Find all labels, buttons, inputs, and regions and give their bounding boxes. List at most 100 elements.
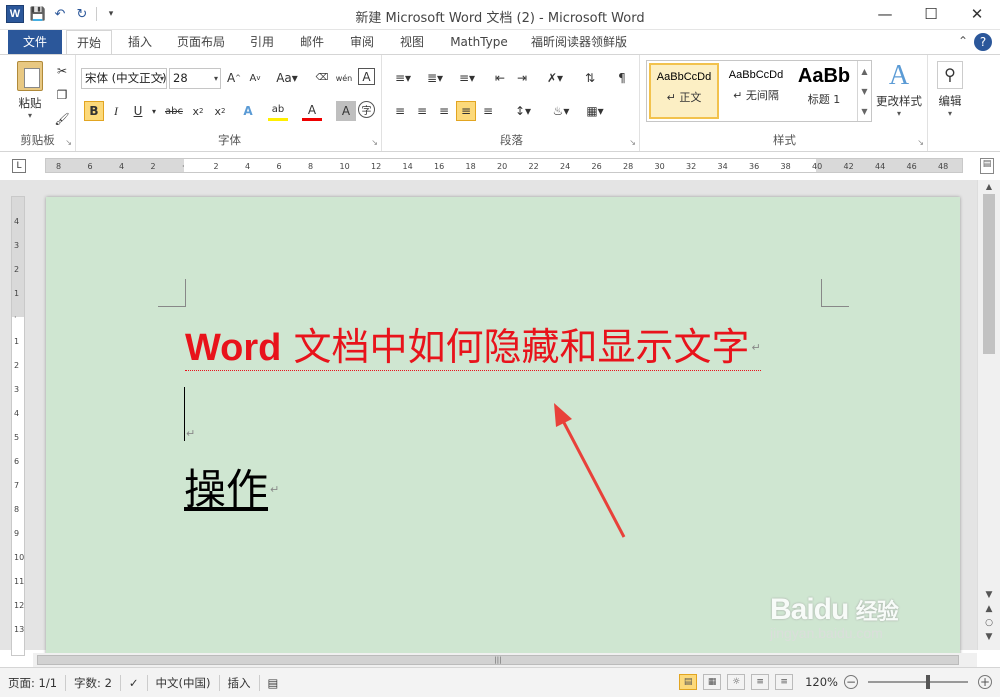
- proofing-icon[interactable]: ✓: [121, 674, 148, 691]
- vertical-ruler[interactable]: 4 3 2 1 · 1 2 3 4 5 6 7 8 9 10 11 12 13: [11, 196, 25, 656]
- text-effects-icon[interactable]: A: [238, 101, 258, 121]
- subscript-button[interactable]: x2: [188, 101, 208, 121]
- multilevel-list-icon[interactable]: ≡▾: [454, 68, 480, 88]
- tab-mailings[interactable]: 邮件: [290, 30, 334, 55]
- line-spacing-icon[interactable]: ↕▾: [510, 101, 536, 121]
- maximize-button[interactable]: ☐: [908, 0, 954, 28]
- style-heading-1[interactable]: AaBb 标题 1: [789, 63, 859, 119]
- justify-icon[interactable]: ≡: [456, 101, 476, 121]
- borders-icon[interactable]: ▦▾: [582, 101, 608, 121]
- change-styles-button[interactable]: A 更改样式 ▾: [874, 61, 924, 119]
- close-button[interactable]: ✕: [954, 0, 1000, 28]
- font-color-icon[interactable]: A: [302, 101, 322, 121]
- enclose-characters-icon[interactable]: 字: [358, 101, 375, 118]
- strikethrough-button[interactable]: abc: [162, 101, 186, 121]
- minimize-button[interactable]: —: [862, 0, 908, 28]
- font-launcher-icon[interactable]: ↘: [371, 138, 378, 147]
- print-layout-view-icon[interactable]: ▤: [679, 674, 698, 690]
- scroll-up-icon[interactable]: ▲: [978, 182, 1000, 191]
- horizontal-ruler[interactable]: 8 6 4 2 · 2 4 6 8 10 12 14 16 18 20 22 24 26 28 30 32 34 36 38 4…: [45, 158, 963, 173]
- chevron-down-icon[interactable]: ▼: [861, 87, 867, 96]
- insert-mode[interactable]: 插入: [220, 674, 260, 691]
- cut-icon[interactable]: ✂: [52, 61, 72, 81]
- view-ruler-icon[interactable]: ▤: [980, 158, 994, 174]
- paragraph-launcher-icon[interactable]: ↘: [629, 138, 636, 147]
- align-left-icon[interactable]: ≡: [390, 101, 410, 121]
- outline-view-icon[interactable]: ≡: [751, 674, 770, 690]
- paste-button[interactable]: 粘贴 ▾: [12, 61, 48, 120]
- web-layout-view-icon[interactable]: ☼: [727, 674, 746, 690]
- decrease-indent-icon[interactable]: ⇤: [490, 68, 510, 88]
- font-size-value: 28: [173, 71, 188, 85]
- increase-indent-icon[interactable]: ⇥: [512, 68, 532, 88]
- macro-record-icon[interactable]: ▤: [260, 675, 287, 691]
- tab-references[interactable]: 引用: [240, 30, 284, 55]
- language-indicator[interactable]: 中文(中国): [148, 674, 220, 691]
- tab-review[interactable]: 审阅: [340, 30, 384, 55]
- tab-view[interactable]: 视图: [390, 30, 434, 55]
- horizontal-scrollbar[interactable]: |||: [33, 653, 977, 667]
- underline-dropdown-icon[interactable]: ▾: [144, 101, 164, 121]
- bullets-icon[interactable]: ≡▾: [390, 68, 416, 88]
- zoom-level[interactable]: 120%: [805, 675, 838, 689]
- page-count[interactable]: 页面: 1/1: [0, 674, 67, 691]
- help-icon[interactable]: ?: [974, 33, 992, 51]
- editing-button[interactable]: ⚲ 编辑 ▾: [932, 61, 968, 118]
- phonetic-guide-icon[interactable]: wén: [334, 68, 354, 88]
- superscript-button[interactable]: x2: [210, 101, 230, 121]
- clipboard-launcher-icon[interactable]: ↘: [65, 138, 72, 147]
- numbering-icon[interactable]: ≣▾: [422, 68, 448, 88]
- clear-formatting-icon[interactable]: ⌫: [312, 68, 332, 88]
- font-name-combo[interactable]: 宋体 (中文正文) ▾: [81, 68, 167, 89]
- next-page-icon[interactable]: ▼: [978, 632, 1000, 642]
- tab-mathtype[interactable]: MathType: [444, 30, 514, 55]
- distributed-icon[interactable]: ≡: [478, 101, 498, 121]
- tab-page-layout[interactable]: 页面布局: [170, 30, 232, 55]
- zoom-slider[interactable]: [868, 675, 968, 689]
- more-styles-icon[interactable]: ▼: [861, 107, 867, 116]
- style-normal[interactable]: AaBbCcDd ↵ 正文: [649, 63, 719, 119]
- tab-foxit-reader[interactable]: 福昕阅读器领鲜版: [526, 30, 632, 55]
- zoom-in-icon[interactable]: +: [978, 675, 992, 689]
- tab-stop-selector[interactable]: L: [12, 159, 26, 173]
- grow-font-icon[interactable]: A ^: [224, 68, 244, 88]
- body-text[interactable]: 操作 ↵: [184, 464, 279, 516]
- show-marks-icon[interactable]: ¶: [612, 68, 632, 88]
- align-right-icon[interactable]: ≡: [434, 101, 454, 121]
- style-no-spacing[interactable]: AaBbCcDd ↵ 无间隔: [721, 63, 791, 119]
- document-page[interactable]: Word 文档中如何隐藏和显示文字 ↵ ↵ 操作 ↵: [46, 197, 960, 657]
- align-center-icon[interactable]: ≡: [412, 101, 432, 121]
- scroll-down-icon[interactable]: ▼: [978, 590, 1000, 600]
- highlight-icon[interactable]: ab: [268, 101, 288, 121]
- font-size-combo[interactable]: 28 ▾: [169, 68, 221, 89]
- chinese-layout-icon[interactable]: ✗▾: [542, 68, 568, 88]
- select-browse-object-icon[interactable]: ○: [978, 618, 1000, 628]
- draft-view-icon[interactable]: ≡: [775, 674, 794, 690]
- italic-button[interactable]: I: [106, 101, 126, 121]
- sort-icon[interactable]: ⇅: [580, 68, 600, 88]
- copy-icon[interactable]: ❐: [52, 85, 72, 105]
- zoom-out-icon[interactable]: −: [844, 675, 858, 689]
- styles-launcher-icon[interactable]: ↘: [917, 138, 924, 147]
- previous-page-icon[interactable]: ▲: [978, 604, 1000, 614]
- shrink-font-icon[interactable]: Av: [245, 68, 265, 88]
- chevron-up-icon[interactable]: ▲: [861, 67, 867, 76]
- full-screen-reading-view-icon[interactable]: ▦: [703, 674, 722, 690]
- vertical-scrollbar[interactable]: ▲ ▼ ▲ ○ ▼: [977, 180, 1000, 650]
- shading-icon[interactable]: ♨▾: [548, 101, 574, 121]
- tab-insert[interactable]: 插入: [118, 30, 162, 55]
- change-case-icon[interactable]: Aa▾: [274, 68, 300, 88]
- word-count[interactable]: 字数: 2: [66, 674, 121, 691]
- tab-file[interactable]: 文件: [8, 30, 62, 55]
- character-shading-icon[interactable]: A: [336, 101, 356, 121]
- tab-home[interactable]: 开始: [66, 30, 112, 55]
- document-heading[interactable]: Word 文档中如何隐藏和显示文字 ↵: [185, 325, 761, 371]
- format-painter-icon[interactable]: 🖌: [52, 109, 72, 129]
- bold-button[interactable]: B: [84, 101, 104, 121]
- character-border-icon[interactable]: A: [358, 68, 375, 85]
- horizontal-scroll-thumb[interactable]: |||: [37, 655, 959, 665]
- collapse-ribbon-icon[interactable]: ⌃: [958, 34, 968, 48]
- styles-scroll[interactable]: ▲ ▼ ▼: [857, 61, 871, 121]
- scroll-thumb[interactable]: [983, 194, 995, 354]
- zoom-slider-knob[interactable]: [926, 675, 930, 689]
